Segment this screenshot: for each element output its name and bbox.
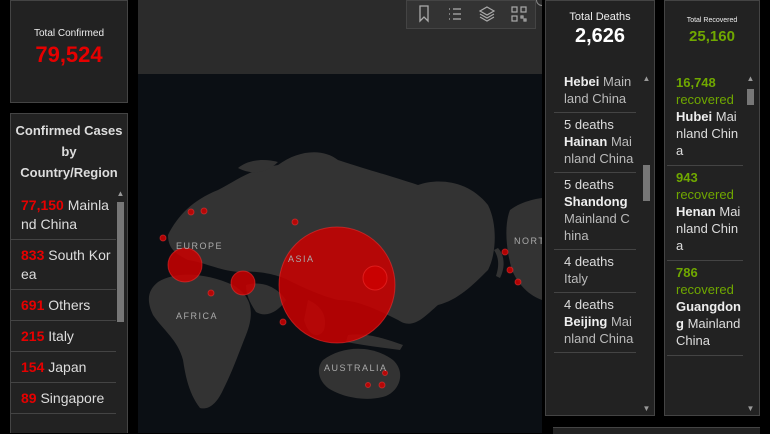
recovered-count: 786 bbox=[676, 265, 698, 280]
death-region: Mainland China bbox=[564, 211, 630, 243]
recovered-panel: Total Recovered 25,160 16,748 recovered Hu… bbox=[664, 0, 760, 416]
recovered-list-item[interactable]: 16,748 recovered Hubei Mainland China bbox=[667, 71, 743, 166]
scroll-down-icon[interactable]: ▼ bbox=[642, 405, 651, 413]
country-list-item[interactable]: 215 Italy bbox=[11, 321, 116, 352]
map-label-asia: ASIA bbox=[288, 254, 315, 264]
recovered-count: 16,748 bbox=[676, 75, 716, 90]
country-count: 215 bbox=[21, 328, 45, 344]
country-list-item[interactable]: 89 Singapore bbox=[11, 383, 116, 414]
deaths-list[interactable]: Hebei Mainland China 5 deaths Hainan Mainl… bbox=[554, 71, 636, 411]
country-list-item[interactable]: 77,150 Mainland China bbox=[11, 190, 116, 240]
map-label-australia: AUSTRALIA bbox=[324, 363, 388, 373]
country-list-panel: Confirmed Cases by Country/Region 77,150… bbox=[10, 113, 128, 433]
total-confirmed-value: 79,524 bbox=[35, 42, 103, 67]
death-location-name: Hainan bbox=[564, 134, 608, 149]
death-location-name: Shandong bbox=[564, 194, 628, 209]
total-deaths-title: Total Deaths bbox=[569, 11, 631, 23]
recovered-list-item[interactable]: 943 recovered Henan Mainland China bbox=[667, 166, 743, 261]
case-bubble-korea-japan bbox=[362, 265, 388, 291]
recovered-list[interactable]: 16,748 recovered Hubei Mainland China 943 re… bbox=[667, 71, 743, 415]
scroll-up-icon[interactable]: ▲ bbox=[116, 190, 125, 198]
recovered-label: recovered bbox=[676, 92, 734, 107]
recovered-region: Mainland China bbox=[676, 316, 741, 348]
death-location-name: Hebei bbox=[564, 74, 600, 89]
case-bubble-small-10 bbox=[501, 248, 509, 256]
country-list-scrollbar[interactable]: ▲ bbox=[116, 190, 125, 433]
death-list-item[interactable]: 5 deaths Hainan Mainland China bbox=[554, 113, 636, 173]
death-list-item[interactable]: 5 deaths Shandong Mainland China bbox=[554, 173, 636, 250]
death-count: 4 deaths bbox=[564, 254, 614, 269]
recovered-list-scrollbar[interactable]: ▲ ▼ bbox=[746, 75, 755, 413]
country-name: Others bbox=[48, 297, 91, 313]
recovered-list-item[interactable]: 786 recovered Guangdong Mainland China bbox=[667, 261, 743, 356]
map-label-africa: AFRICA bbox=[176, 311, 218, 321]
total-deaths-value: 2,626 bbox=[574, 25, 626, 47]
world-map: EUROPE ASIA AFRICA AUSTRALIA NORTH AMERI… bbox=[148, 152, 542, 409]
map-view[interactable]: EUROPE ASIA AFRICA AUSTRALIA NORTH AMERI… bbox=[138, 0, 542, 433]
country-list[interactable]: 77,150 Mainland China 833 South Korea 691 … bbox=[11, 190, 116, 414]
death-list-item[interactable]: 4 deaths Italy bbox=[554, 250, 636, 293]
total-confirmed-title: Total Confirmed bbox=[33, 28, 105, 39]
death-list-item[interactable]: Hebei Mainland China bbox=[554, 71, 636, 113]
country-list-item[interactable]: 691 Others bbox=[11, 290, 116, 321]
case-bubble-small-5 bbox=[207, 289, 215, 297]
death-location-name: Beijing bbox=[564, 314, 608, 329]
scroll-up-icon[interactable]: ▲ bbox=[746, 75, 755, 83]
map-label-europe: EUROPE bbox=[176, 241, 223, 251]
death-count: 5 deaths bbox=[564, 117, 614, 132]
recovered-label: recovered bbox=[676, 282, 734, 297]
recovered-label: recovered bbox=[676, 187, 734, 202]
australia-landmass bbox=[318, 348, 401, 399]
case-bubble-small-11 bbox=[506, 266, 514, 274]
case-bubble-small-2 bbox=[200, 207, 208, 215]
country-name: Italy bbox=[48, 328, 74, 344]
case-bubble-small-3 bbox=[159, 234, 167, 242]
death-region: Italy bbox=[564, 271, 588, 286]
africa-landmass bbox=[148, 274, 251, 409]
case-bubble-small-12 bbox=[514, 278, 522, 286]
case-bubble-iran bbox=[230, 270, 256, 296]
map-label-north-america: NORTH AMERICA bbox=[514, 236, 542, 246]
case-bubble-small-4 bbox=[291, 218, 299, 226]
scroll-down-icon[interactable]: ▼ bbox=[746, 405, 755, 413]
country-count: 154 bbox=[21, 359, 45, 375]
country-name: Japan bbox=[48, 359, 87, 375]
north-america-landmass bbox=[506, 198, 542, 300]
death-count: 5 deaths bbox=[564, 177, 614, 192]
country-count: 691 bbox=[21, 297, 45, 313]
case-bubble-small-7 bbox=[378, 381, 386, 389]
case-bubble-small-8 bbox=[365, 382, 371, 388]
death-count: 4 deaths bbox=[564, 297, 614, 312]
scroll-thumb[interactable] bbox=[747, 89, 754, 105]
country-count: 833 bbox=[21, 247, 45, 263]
case-bubble-small-1 bbox=[187, 208, 195, 216]
scroll-thumb[interactable] bbox=[117, 202, 124, 322]
country-list-item[interactable]: 154 Japan bbox=[11, 352, 116, 383]
recovered-location-name: Hubei bbox=[676, 109, 713, 124]
country-list-title: Confirmed Cases by Country/Region bbox=[15, 123, 123, 180]
recovered-count: 943 bbox=[676, 170, 698, 185]
total-recovered-title: Total Recovered bbox=[686, 17, 738, 24]
case-bubble-italy bbox=[167, 247, 203, 283]
country-list-item[interactable]: 833 South Korea bbox=[11, 240, 116, 290]
scroll-up-icon[interactable]: ▲ bbox=[642, 75, 651, 83]
country-name: Singapore bbox=[40, 390, 105, 406]
total-confirmed-panel: Total Confirmed 79,524 bbox=[10, 0, 128, 103]
total-recovered-value: 25,160 bbox=[689, 28, 735, 45]
country-count: 89 bbox=[21, 390, 37, 406]
deaths-list-scrollbar[interactable]: ▲ ▼ bbox=[642, 75, 651, 413]
death-list-item[interactable]: 4 deaths Beijing Mainland China bbox=[554, 293, 636, 353]
case-bubble-small-6 bbox=[279, 318, 287, 326]
country-count: 77,150 bbox=[21, 197, 64, 213]
deaths-panel: Total Deaths 2,626 Hebei Mainland China 5… bbox=[545, 0, 655, 416]
scroll-thumb[interactable] bbox=[643, 165, 650, 201]
recovered-location-name: Henan bbox=[676, 204, 716, 219]
